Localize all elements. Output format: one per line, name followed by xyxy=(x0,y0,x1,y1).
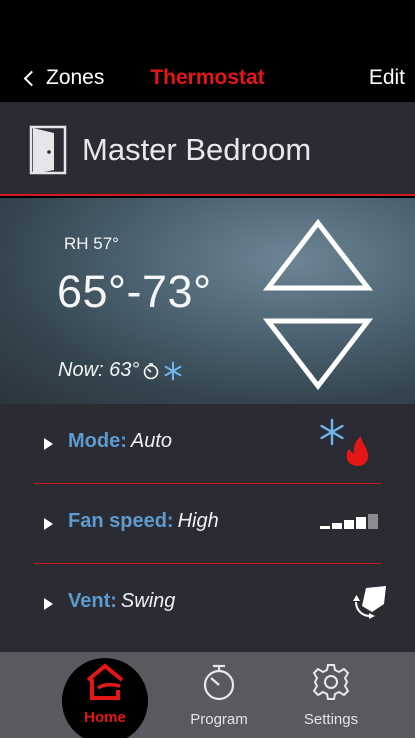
fan-speed-bars-icon xyxy=(320,514,378,529)
auto-mode-icon xyxy=(320,418,368,466)
snowflake-icon xyxy=(164,361,182,380)
fan-speed-label: Fan speed: High xyxy=(68,510,219,533)
mode-key: Mode: xyxy=(68,430,127,452)
home-icon xyxy=(86,663,124,700)
page-title: Thermostat xyxy=(150,66,265,89)
flame-icon xyxy=(346,436,368,466)
fan-speed-key: Fan speed: xyxy=(68,510,174,532)
vent-swing-icon xyxy=(353,586,386,619)
tab-settings-label: Settings xyxy=(303,711,359,728)
expand-caret-icon xyxy=(44,598,53,610)
vent-key: Vent: xyxy=(68,590,117,612)
fan-speed-row[interactable]: Fan speed: High xyxy=(0,484,415,564)
mode-label: Mode: Auto xyxy=(68,430,172,453)
tab-settings[interactable]: Settings xyxy=(286,662,376,728)
room-name: Master Bedroom xyxy=(82,132,312,167)
gear-icon xyxy=(312,664,350,700)
stopwatch-icon xyxy=(203,664,235,701)
tab-home[interactable]: Home xyxy=(60,662,150,726)
nav-bar: Zones Thermostat Edit xyxy=(0,60,415,102)
current-temperature: Now: 63° xyxy=(58,359,183,382)
room-header: Master Bedroom xyxy=(0,102,415,196)
temperature-down-button[interactable] xyxy=(262,316,374,391)
tab-program[interactable]: Program xyxy=(174,662,264,728)
status-bar xyxy=(0,0,415,60)
tab-bar: Home Program Settings xyxy=(0,652,415,738)
tab-home-label: Home xyxy=(84,709,126,726)
current-temperature-text: Now: 63° xyxy=(58,359,140,381)
vent-value: Swing xyxy=(120,590,176,612)
temperature-panel: RH 57° 65°-73° Now: 63° xyxy=(0,198,415,404)
tab-program-label: Program xyxy=(190,711,248,728)
mode-value: Auto xyxy=(130,430,173,452)
humidity-readout: RH 57° xyxy=(64,234,119,253)
vent-row[interactable]: Vent: Swing xyxy=(0,564,415,652)
fan-speed-value: High xyxy=(177,510,219,532)
snowflake-icon xyxy=(320,418,344,446)
door-icon xyxy=(29,125,67,175)
timer-icon xyxy=(144,362,159,379)
temperature-range: 65°-73° xyxy=(57,266,212,317)
mode-row[interactable]: Mode: Auto xyxy=(0,404,415,484)
expand-caret-icon xyxy=(44,438,53,450)
expand-caret-icon xyxy=(44,518,53,530)
vent-label: Vent: Swing xyxy=(68,590,175,613)
edit-button[interactable]: Edit xyxy=(369,66,405,90)
temperature-up-button[interactable] xyxy=(262,218,374,293)
